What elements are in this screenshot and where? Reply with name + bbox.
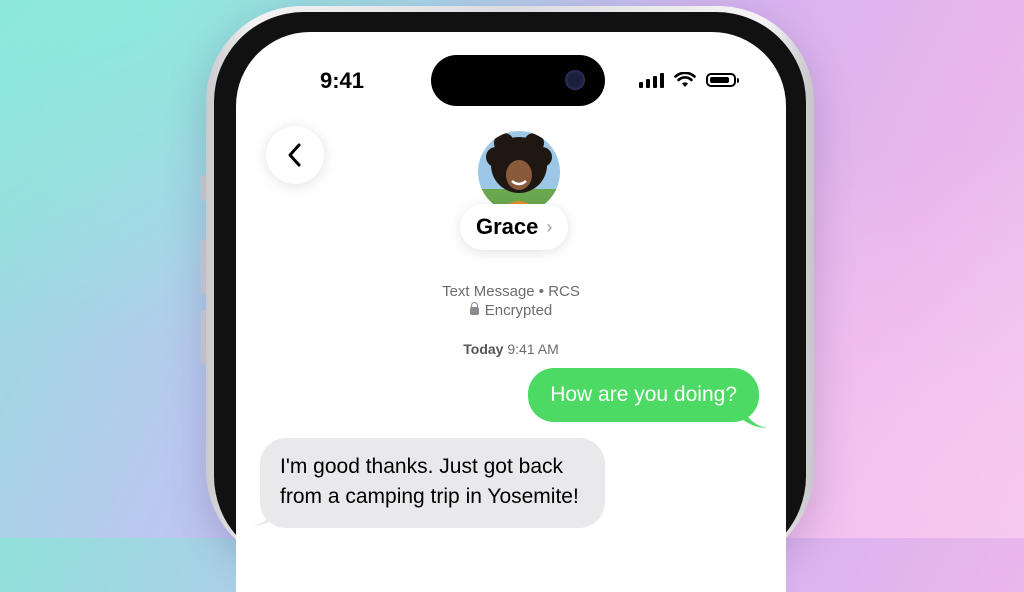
- incoming-message-line-1: I'm good thanks. Just got back: [280, 455, 563, 478]
- chevron-right-icon: ›: [546, 216, 553, 237]
- contact-name-button[interactable]: Grace ›: [460, 204, 569, 250]
- battery-level: [710, 77, 729, 83]
- back-button[interactable]: [266, 126, 324, 184]
- incoming-message-line-2: from a camping trip in Yosemite!: [280, 485, 579, 508]
- phone-bezel: 9:41 Grace › Text Message • RCS Encrypte…: [214, 12, 806, 592]
- lock-icon: [469, 302, 479, 315]
- messages-screen: 9:41 Grace › Text Message • RCS Encrypte…: [236, 32, 786, 592]
- outgoing-bubble-tail: [743, 408, 767, 428]
- incoming-message-bubble[interactable]: I'm good thanks. Just got back from a ca…: [260, 438, 605, 528]
- outgoing-message-bubble[interactable]: How are you doing?: [528, 368, 759, 422]
- message-timestamp: Today 9:41 AM: [236, 341, 786, 357]
- encryption-label: Encrypted: [484, 302, 553, 319]
- status-time: 9:41: [320, 68, 365, 93]
- outgoing-message-text: How are you doing?: [550, 383, 737, 406]
- dynamic-island: [431, 55, 605, 106]
- contact-name: Grace: [476, 214, 539, 239]
- service-label: Text Message • RCS: [442, 283, 580, 300]
- timestamp-day: Today: [463, 341, 504, 357]
- signal-icon: [639, 72, 664, 88]
- phone-frame: 9:41 Grace › Text Message • RCS Encrypte…: [206, 6, 814, 592]
- timestamp-time: 9:41 AM: [507, 341, 559, 357]
- contact-avatar[interactable]: [478, 131, 560, 213]
- status-icons: [639, 72, 739, 88]
- encryption-status: Encrypted: [236, 302, 786, 319]
- wifi-icon: [674, 72, 696, 87]
- battery-icon: [706, 73, 739, 87]
- front-camera: [565, 70, 585, 90]
- back-chevron-icon: [288, 143, 301, 167]
- contact-photo: [478, 131, 560, 213]
- incoming-bubble-tail: [252, 506, 276, 526]
